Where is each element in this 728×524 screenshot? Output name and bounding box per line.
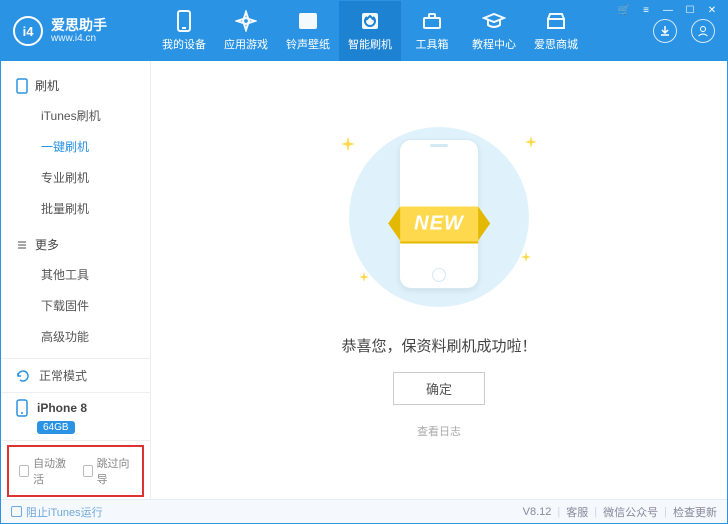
apps-icon <box>235 10 257 32</box>
flash-icon <box>360 10 380 32</box>
tab-label: 智能刷机 <box>348 36 392 52</box>
user-icon[interactable] <box>691 19 715 43</box>
new-ribbon: NEW <box>400 207 478 242</box>
capacity-badge: 64GB <box>37 421 75 434</box>
checkbox-skip-guide[interactable]: 跳过向导 <box>83 455 133 487</box>
sparkle-icon <box>341 137 355 156</box>
view-log-link[interactable]: 查看日志 <box>417 423 461 439</box>
ok-button[interactable]: 确定 <box>393 372 485 405</box>
menu-icon[interactable]: ≡ <box>639 5 653 16</box>
graduation-icon <box>482 10 506 32</box>
minimize-icon[interactable]: — <box>661 5 675 16</box>
tab-label: 工具箱 <box>416 36 449 52</box>
sidebar-section-title: 更多 <box>35 236 59 253</box>
brand: i4 爱思助手 www.i4.cn <box>13 16 153 46</box>
mode-label: 正常模式 <box>39 367 87 384</box>
checkbox-auto-activate[interactable]: 自动激活 <box>19 455 69 487</box>
device-info[interactable]: iPhone 8 64GB <box>1 393 150 441</box>
toolbox-icon <box>421 10 443 32</box>
wechat-link[interactable]: 微信公众号 <box>603 504 658 520</box>
close-icon[interactable]: ✕ <box>705 5 719 16</box>
sidebar-section-title: 刷机 <box>35 77 59 94</box>
sidebar-item-other-tools[interactable]: 其他工具 <box>1 259 150 290</box>
support-link[interactable]: 客服 <box>566 504 588 520</box>
tab-label: 爱思商城 <box>534 36 578 52</box>
tab-label: 铃声壁纸 <box>286 36 330 52</box>
device-name: iPhone 8 <box>37 401 87 415</box>
sparkle-icon <box>359 269 369 287</box>
tab-toolbox[interactable]: 工具箱 <box>401 1 463 61</box>
phone-small-icon <box>15 399 29 417</box>
tab-label: 我的设备 <box>162 36 206 52</box>
tab-label: 应用游戏 <box>224 36 268 52</box>
footer: 阻止iTunes运行 V8.12 | 客服 | 微信公众号 | 检查更新 <box>1 499 727 523</box>
sidebar-section-flash: 刷机 <box>1 71 150 100</box>
success-illustration: NEW <box>329 117 549 317</box>
tab-my-device[interactable]: 我的设备 <box>153 1 215 61</box>
main-content: NEW 恭喜您，保资料刷机成功啦！ 确定 查看日志 <box>151 61 727 499</box>
more-icon <box>15 238 29 252</box>
sidebar: 刷机 iTunes刷机 一键刷机 专业刷机 批量刷机 更多 其他工具 下载固件 … <box>1 61 151 499</box>
checkbox-label: 跳过向导 <box>97 455 132 487</box>
download-icon[interactable] <box>653 19 677 43</box>
sidebar-item-itunes-flash[interactable]: iTunes刷机 <box>1 100 150 131</box>
device-icon <box>15 79 29 93</box>
checkbox-label: 自动激活 <box>33 455 68 487</box>
maximize-icon[interactable]: ☐ <box>683 5 697 16</box>
sparkle-icon <box>525 135 537 153</box>
sidebar-item-download-firmware[interactable]: 下载固件 <box>1 290 150 321</box>
sparkle-icon <box>521 249 531 267</box>
sidebar-item-batch-flash[interactable]: 批量刷机 <box>1 193 150 224</box>
sidebar-item-pro-flash[interactable]: 专业刷机 <box>1 162 150 193</box>
options-row: 自动激活 跳过向导 <box>7 445 144 497</box>
refresh-icon <box>15 368 31 384</box>
tab-tutorials[interactable]: 教程中心 <box>463 1 525 61</box>
brand-name: 爱思助手 <box>51 18 107 33</box>
brand-logo-icon: i4 <box>13 16 43 46</box>
sidebar-section-more: 更多 <box>1 230 150 259</box>
phone-icon <box>175 10 193 32</box>
store-icon <box>545 10 567 32</box>
header: 🛒 ≡ — ☐ ✕ i4 爱思助手 www.i4.cn 我的设备 应用游戏 <box>1 1 727 61</box>
window-controls: 🛒 ≡ — ☐ ✕ <box>617 5 719 16</box>
brand-url: www.i4.cn <box>51 33 107 44</box>
tab-ringtones[interactable]: 铃声壁纸 <box>277 1 339 61</box>
tab-store[interactable]: 爱思商城 <box>525 1 587 61</box>
tab-label: 教程中心 <box>472 36 516 52</box>
sidebar-item-advanced[interactable]: 高级功能 <box>1 321 150 352</box>
sidebar-item-oneclick-flash[interactable]: 一键刷机 <box>1 131 150 162</box>
success-message: 恭喜您，保资料刷机成功啦！ <box>341 335 536 356</box>
version-label: V8.12 <box>523 506 552 518</box>
cart-icon[interactable]: 🛒 <box>617 5 631 16</box>
device-mode[interactable]: 正常模式 <box>1 359 150 393</box>
main-tabs: 我的设备 应用游戏 铃声壁纸 智能刷机 工具箱 教程中心 <box>153 1 587 61</box>
checkbox-label: 阻止iTunes运行 <box>26 504 103 520</box>
wallpaper-icon <box>297 10 319 32</box>
tab-flash[interactable]: 智能刷机 <box>339 1 401 61</box>
tab-apps[interactable]: 应用游戏 <box>215 1 277 61</box>
checkbox-block-itunes[interactable]: 阻止iTunes运行 <box>11 504 103 520</box>
check-update-link[interactable]: 检查更新 <box>673 504 717 520</box>
